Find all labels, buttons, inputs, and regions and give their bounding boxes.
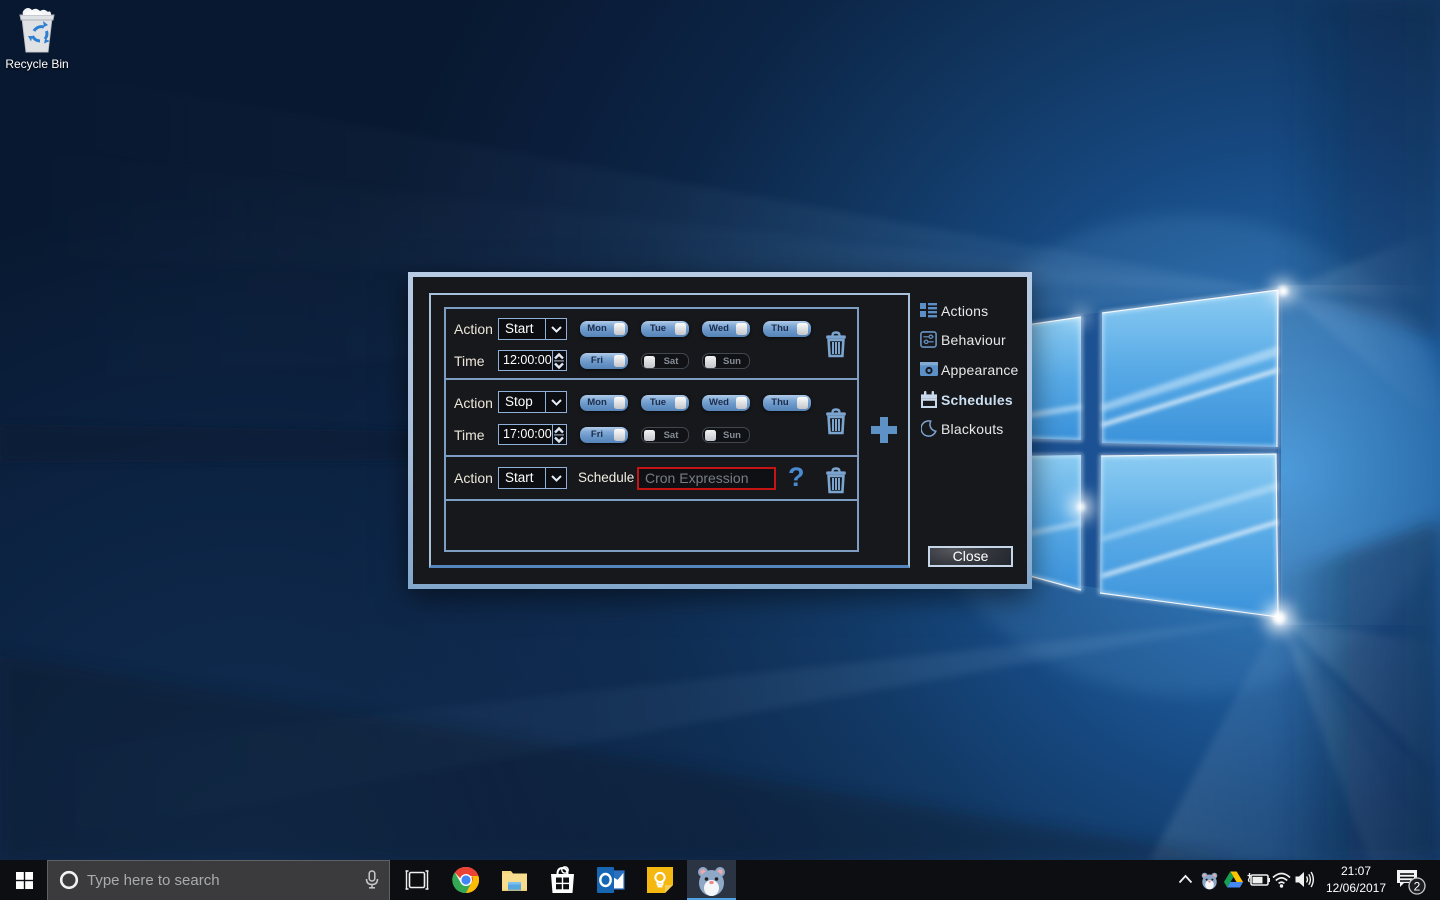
svg-text:2: 2 xyxy=(1414,880,1421,894)
